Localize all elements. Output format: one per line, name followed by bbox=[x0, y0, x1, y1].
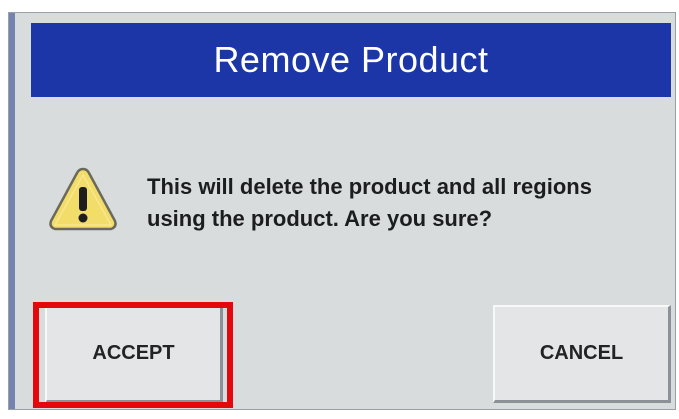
message-line-1: This will delete the product and all reg… bbox=[147, 174, 592, 199]
dialog-title-bar: Remove Product bbox=[31, 23, 671, 97]
remove-product-dialog: Remove Product This will delete the prod… bbox=[8, 12, 676, 410]
accept-button[interactable]: ACCEPT bbox=[45, 305, 223, 403]
warning-icon bbox=[47, 163, 119, 235]
screen: Remove Product This will delete the prod… bbox=[0, 0, 679, 419]
dialog-message: This will delete the product and all reg… bbox=[147, 171, 675, 235]
dialog-title: Remove Product bbox=[213, 39, 489, 80]
message-line-2: using the product. Are you sure? bbox=[147, 206, 493, 231]
cancel-button[interactable]: CANCEL bbox=[493, 305, 671, 403]
